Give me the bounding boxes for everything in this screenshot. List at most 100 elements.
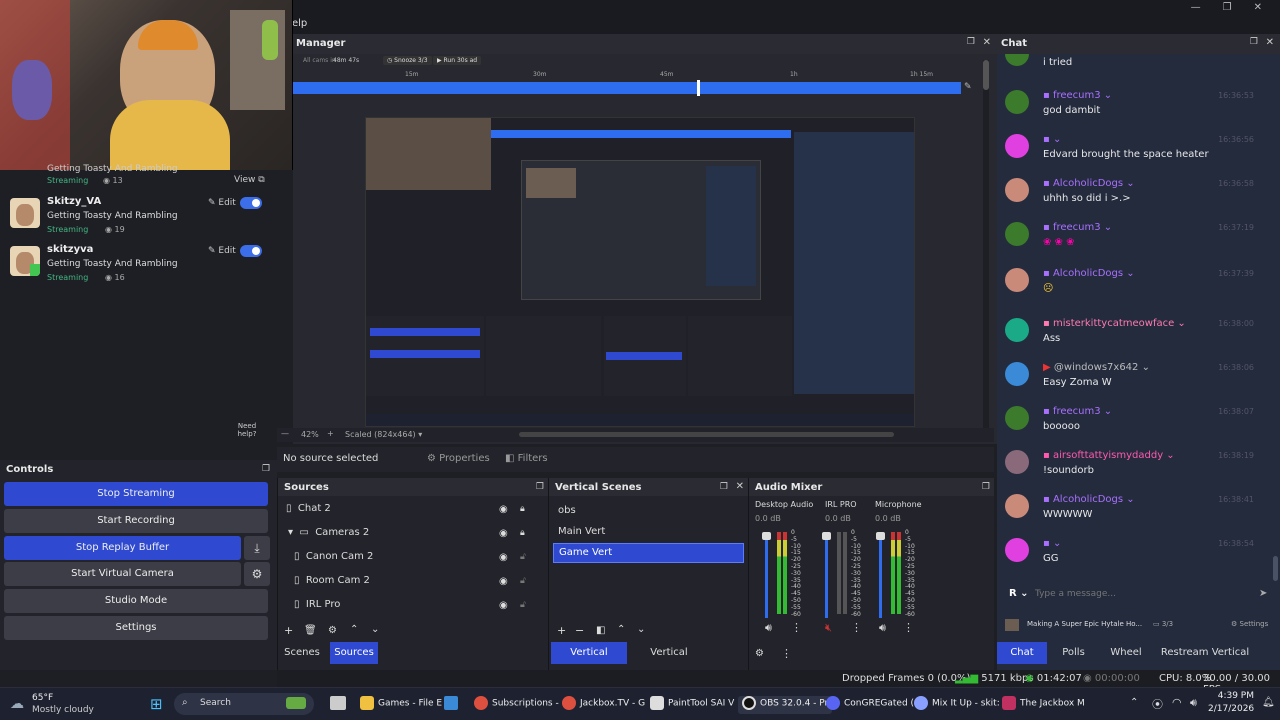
chat-settings-button[interactable]: ⚙ Settings [1231,620,1268,628]
undock-icon[interactable]: ❐ [967,37,975,47]
save-replay-icon[interactable]: ⤓ [244,536,270,560]
zoom-in-button[interactable]: + [327,429,334,438]
eye-icon[interactable]: ◉ [499,528,508,539]
slider-handle[interactable] [876,532,885,540]
gear-icon[interactable]: ⚙ [328,625,337,636]
source-item[interactable]: ▯ Canon Cam 2 [294,546,373,568]
volume-slider[interactable] [879,534,882,618]
channel-toggle[interactable] [240,197,262,209]
settings-button[interactable]: Settings [4,616,268,640]
lock-icon[interactable]: 🔓︎ [520,600,526,610]
start-recording-button[interactable]: Start Recording [4,509,268,533]
properties-button[interactable]: ⚙ Properties [427,453,490,464]
slider-handle[interactable] [762,532,771,540]
horizontal-scrollbar[interactable] [519,432,894,437]
start-virtual-camera-button[interactable]: Start Virtual Camera [4,562,241,586]
chat-user[interactable]: ▪ freecum3 ⌄ [1043,222,1112,233]
send-icon[interactable]: ➤ [1259,588,1267,599]
add-icon[interactable]: + [557,624,566,637]
filters-button[interactable]: ◧ Filters [505,453,548,464]
taskbar-app-active[interactable]: OBS 32.0.4 - Pr [738,696,833,714]
move-down-icon[interactable]: ⌄ [371,624,379,635]
minimize-icon[interactable]: — [1191,2,1201,14]
tab-wheel[interactable]: Wheel [1101,642,1151,664]
taskbar-app[interactable]: The Jackbox M [1002,696,1085,714]
search-box[interactable]: ⌕ Search [174,693,314,715]
eye-icon[interactable]: ◉ [499,576,508,587]
chevron-down-icon[interactable]: ▾ [288,527,293,538]
stop-streaming-button[interactable]: Stop Streaming [4,482,268,506]
lock-icon[interactable]: 🔓︎ [520,576,526,586]
wifi-icon[interactable]: ◠ [1172,696,1182,709]
taskbar-app[interactable]: Jackbox.TV - G [562,696,645,714]
advanced-audio-icon[interactable]: ⚙ [755,648,764,659]
menu-help[interactable]: elp [292,18,307,29]
tab-sources[interactable]: Sources [330,642,378,664]
run-ad-button[interactable]: ▶ Run 30s ad [433,56,482,65]
location-icon[interactable]: ⦿ [1152,696,1163,712]
need-help-button[interactable]: Need help? [234,422,260,438]
lock-icon[interactable]: 🔓︎ [520,552,526,562]
undock-icon[interactable]: ❐ [982,478,990,496]
lock-icon[interactable]: 🔒︎ [520,528,525,538]
scale-select[interactable]: Scaled (824x464) ▾ [345,430,422,439]
remove-icon[interactable]: − [575,624,584,637]
clock-date[interactable]: 2/17/2026 [1208,704,1254,714]
gear-icon[interactable]: ⚙ [244,562,270,586]
speaker-muted-icon[interactable]: 🔇︎ [825,621,832,635]
trash-icon[interactable]: 🗑︎ [304,625,317,636]
close-icon[interactable]: ✕ [1266,37,1274,48]
chat-user[interactable]: ▪ AlcoholicDogs ⌄ [1043,178,1135,189]
lock-icon[interactable]: 🔒︎ [520,504,525,514]
more-icon[interactable]: ⋮ [781,647,792,660]
view-link[interactable]: View ⧉ [234,175,265,185]
more-icon[interactable]: ⋮ [791,621,802,634]
channel-toggle[interactable] [240,245,262,257]
scrollbar[interactable] [983,60,989,440]
chat-scrollbar[interactable] [1273,56,1278,586]
source-item[interactable]: ▯ IRL Pro [294,594,340,616]
stop-replay-buffer-button[interactable]: Stop Replay Buffer [4,536,241,560]
taskbar-app[interactable]: Games - File E [360,696,442,714]
more-icon[interactable]: ⋮ [903,621,914,634]
edit-link[interactable]: ✎ Edit [208,246,236,256]
maximize-icon[interactable]: ❐ [1223,2,1232,14]
stream-timeline[interactable] [293,80,961,96]
chat-user[interactable]: ▪ freecum3 ⌄ [1043,406,1112,417]
move-down-icon[interactable]: ⌄ [637,624,645,635]
chat-user[interactable]: ▪ ⌄ [1043,134,1061,145]
zoom-out-button[interactable]: — [281,429,289,438]
photos-icon[interactable] [444,696,458,710]
preview-canvas[interactable] [365,117,915,427]
taskbar-app[interactable]: ConGREGated ( [826,696,914,714]
add-icon[interactable]: + [284,624,293,637]
filter-icon[interactable]: ◧ [596,625,605,636]
chat-user[interactable]: ▪ freecum3 ⌄ [1043,90,1112,101]
taskbar-app[interactable]: Mix It Up - skit: [914,696,1000,714]
slider-handle[interactable] [822,532,831,540]
volume-slider[interactable] [765,534,768,618]
more-icon[interactable]: ⋮ [851,621,862,634]
task-view-icon[interactable] [330,696,346,710]
chevron-up-icon[interactable]: ⌃ [1130,697,1138,708]
volume-slider[interactable] [825,534,828,618]
tab-scenes[interactable]: Scenes [278,642,326,664]
source-item[interactable]: ▯ Room Cam 2 [294,570,370,592]
taskbar-app[interactable]: Subscriptions - [474,696,559,714]
chat-user[interactable]: ▪ misterkittycatmeowface ⌄ [1043,318,1186,329]
eye-icon[interactable]: ◉ [499,504,508,515]
studio-mode-button[interactable]: Studio Mode [4,589,268,613]
undock-icon[interactable]: ❐ [536,478,544,496]
undock-icon[interactable]: ❐ [1250,37,1258,47]
notification-icon[interactable]: 🔔︎ [1262,697,1275,708]
scene-item[interactable]: obs [558,500,576,522]
undock-icon[interactable]: ❐ [720,478,728,496]
volume-icon[interactable]: 🔊︎ [1190,696,1197,710]
speaker-icon[interactable]: 🔊︎ [765,621,772,635]
speaker-icon[interactable]: 🔊︎ [879,621,886,635]
snooze-button[interactable]: ◷ Snooze 3/3 [383,56,432,65]
move-up-icon[interactable]: ⌃ [350,624,358,635]
undock-icon[interactable]: ❐ [262,464,270,474]
source-group[interactable]: ▾ ▭ Cameras 2 [288,522,369,544]
taskbar-app[interactable]: PaintTool SAI V [650,696,734,714]
